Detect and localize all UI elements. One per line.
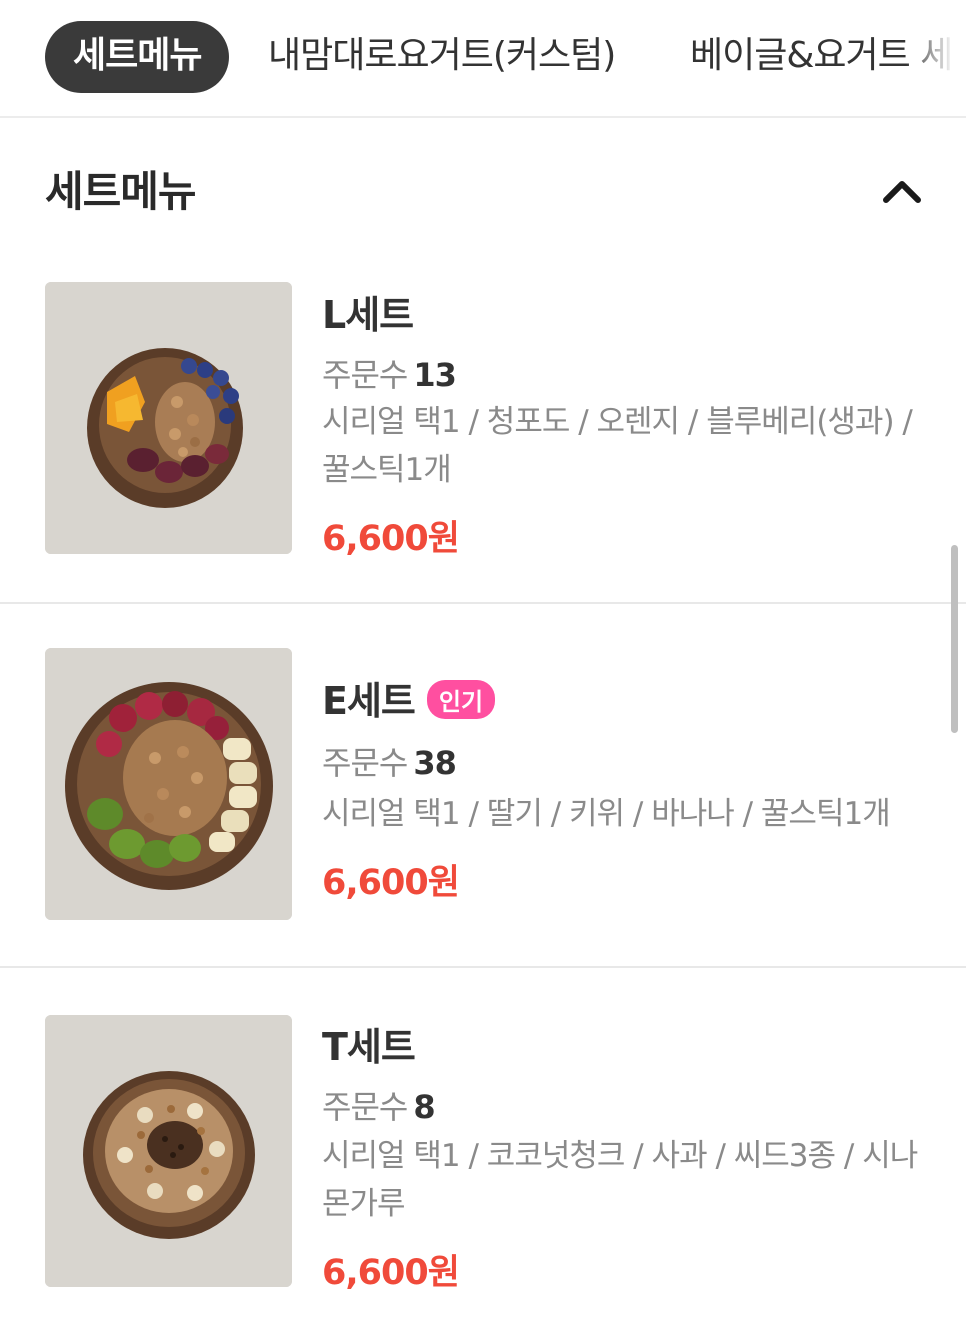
tab-custom-yogurt[interactable]: 내맘대로요거트(커스텀) <box>268 21 616 93</box>
category-tab-bar: 세트메뉴 내맘대로요거트(커스텀) 베이글&요거트 세 <box>0 0 966 118</box>
popular-badge: 인기 <box>426 680 496 719</box>
order-count: 주문수 38 <box>322 744 457 782</box>
order-count: 주문수 8 <box>322 1088 436 1126</box>
menu-item-price: 6,600원 <box>322 519 460 559</box>
menu-item-price: 6,600원 <box>322 863 460 903</box>
menu-item-description: 시리얼 택1 / 딸기 / 키위 / 바나나 / 꿀스틱1개 <box>322 796 891 832</box>
menu-item[interactable]: T세트 주문수 8 시리얼 택1 / 코코넛청크 / 사과 / 씨드3종 / 시나… <box>0 968 966 1331</box>
menu-item[interactable]: L세트 주문수 13 시리얼 택1 / 청포도 / 오렌지 / 블루베리(생과) … <box>0 258 966 603</box>
menu-item-name: E세트 인기 <box>322 670 496 725</box>
scrollbar[interactable] <box>951 545 958 733</box>
section-title: 세트메뉴 <box>45 167 197 216</box>
menu-item-name: T세트 <box>322 1025 416 1069</box>
menu-item-photo <box>45 282 292 554</box>
menu-item-name: L세트 <box>322 293 414 337</box>
tab-overflow-fade <box>906 0 966 116</box>
order-count: 주문수 13 <box>322 356 457 394</box>
tab-set-menu[interactable]: 세트메뉴 <box>45 21 230 93</box>
menu-item-photo <box>45 648 292 920</box>
menu-item-photo <box>45 1015 292 1287</box>
section-header[interactable]: 세트메뉴 <box>0 118 966 258</box>
chevron-up-icon[interactable] <box>878 170 926 210</box>
menu-item[interactable]: E세트 인기 주문수 38 시리얼 택1 / 딸기 / 키위 / 바나나 / 꿀스틱… <box>0 604 966 966</box>
menu-item-price: 6,600원 <box>322 1253 460 1293</box>
menu-item-description: 시리얼 택1 / 청포도 / 오렌지 / 블루베리(생과) / 꿀스틱1개 <box>322 404 913 488</box>
menu-item-description: 시리얼 택1 / 코코넛청크 / 사과 / 씨드3종 / 시나몬가루 <box>322 1138 918 1222</box>
